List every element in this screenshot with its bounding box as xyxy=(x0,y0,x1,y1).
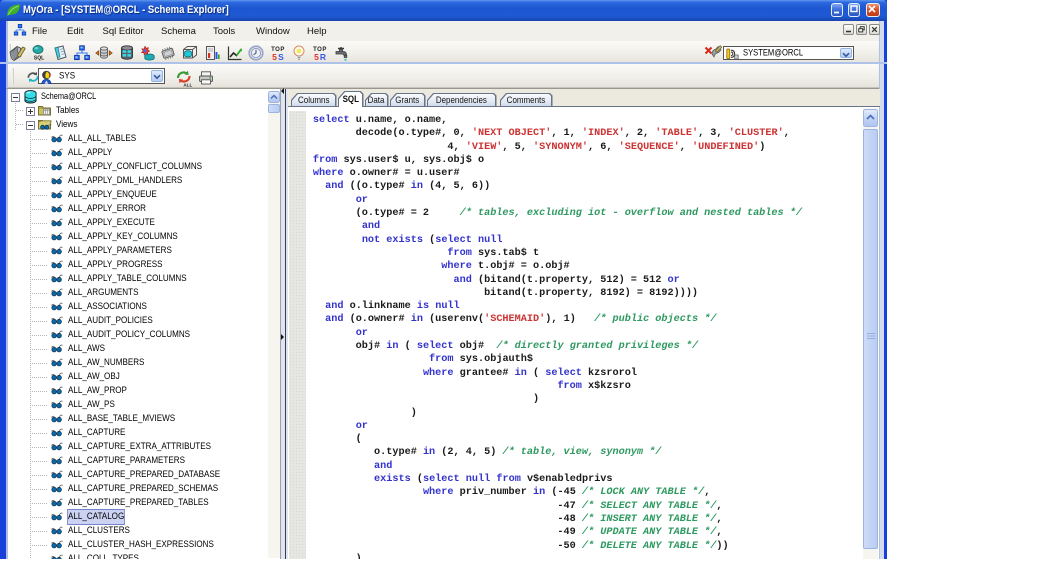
svg-text:ALL: ALL xyxy=(183,82,192,87)
svg-text:5: 5 xyxy=(272,52,277,62)
svg-text:SQL: SQL xyxy=(33,55,43,61)
svg-text:R: R xyxy=(320,52,326,62)
svg-text:S: S xyxy=(278,52,284,62)
svg-text:5: 5 xyxy=(314,52,319,62)
